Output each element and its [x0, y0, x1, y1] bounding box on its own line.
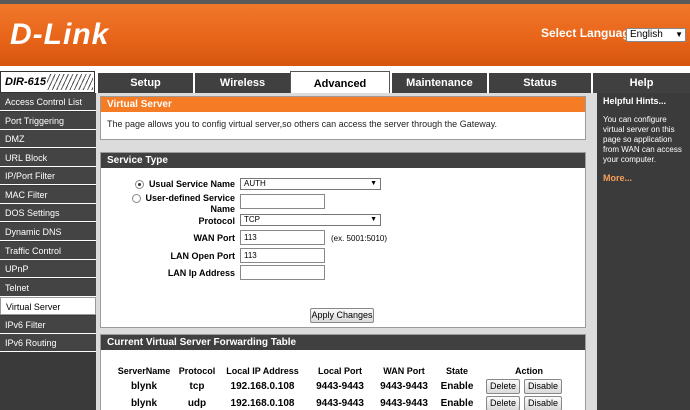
- lan-open-port-input[interactable]: 113: [240, 248, 325, 263]
- cell-server-name: blynk: [130, 381, 158, 392]
- col-server-name: ServerName: [117, 366, 171, 376]
- sidebar-item-virtual-server[interactable]: Virtual Server: [0, 297, 96, 315]
- sidebar-item-ipv6-filter[interactable]: IPv6 Filter: [0, 316, 96, 334]
- delete-button[interactable]: Delete: [486, 396, 520, 410]
- virtual-server-panel: Virtual Server The page allows you to co…: [100, 96, 586, 140]
- cell-local-port: 9443-9443: [316, 398, 364, 409]
- tab-setup[interactable]: Setup: [96, 73, 193, 93]
- chevron-down-icon: ▼: [675, 30, 683, 39]
- hints-more-link[interactable]: More...: [603, 173, 632, 183]
- helpful-hints-panel: Helpful Hints... You can configure virtu…: [597, 93, 690, 410]
- sidebar-item-port-triggering[interactable]: Port Triggering: [0, 112, 96, 130]
- delete-button[interactable]: Delete: [486, 379, 520, 394]
- lan-ip-label: LAN Ip Address: [167, 268, 235, 278]
- tab-help[interactable]: Help: [591, 73, 690, 93]
- col-wan-port: WAN Port: [383, 366, 425, 376]
- sidebar-item-access-control-list[interactable]: Access Control List: [0, 93, 96, 111]
- protocol-value: TCP: [244, 215, 260, 224]
- cell-state: Enable: [440, 398, 474, 409]
- disable-button[interactable]: Disable: [524, 379, 562, 394]
- sidebar-item-ipv6-routing[interactable]: IPv6 Routing: [0, 334, 96, 352]
- cell-local-ip: 192.168.0.108: [230, 398, 295, 409]
- virtual-server-title: Virtual Server: [101, 97, 585, 112]
- sidebar-item-ip-port-filter[interactable]: IP/Port Filter: [0, 167, 96, 185]
- hints-title: Helpful Hints...: [603, 96, 666, 106]
- sidebar: Access Control List Port Triggering DMZ …: [0, 93, 96, 410]
- disable-button[interactable]: Disable: [524, 396, 562, 410]
- col-state: State: [445, 366, 468, 376]
- sidebar-item-dynamic-dns[interactable]: Dynamic DNS: [0, 223, 96, 241]
- col-protocol: Protocol: [178, 366, 216, 376]
- sidebar-item-mac-filter[interactable]: MAC Filter: [0, 186, 96, 204]
- sidebar-item-url-block[interactable]: URL Block: [0, 149, 96, 167]
- model-stripes-decoration: [47, 74, 93, 90]
- apply-changes-button[interactable]: Apply Changes: [310, 308, 374, 323]
- dlink-logo: D-Link: [10, 18, 110, 51]
- usual-service-label: Usual Service Name: [148, 179, 235, 189]
- lan-ip-input[interactable]: [240, 265, 325, 280]
- service-type-title: Service Type: [101, 153, 585, 168]
- service-type-panel: Service Type Usual Service Name AUTH ▼ U…: [100, 152, 586, 328]
- sidebar-item-telnet[interactable]: Telnet: [0, 279, 96, 297]
- cell-local-port: 9443-9443: [316, 381, 364, 392]
- header-banner: D-Link Select Language English ▼: [0, 4, 690, 66]
- wan-port-label: WAN Port: [193, 233, 236, 243]
- cell-local-ip: 192.168.0.108: [230, 381, 295, 392]
- virtual-server-description: The page allows you to config virtual se…: [107, 119, 498, 129]
- col-local-port: Local Port: [317, 366, 362, 376]
- cell-protocol: tcp: [189, 381, 205, 392]
- chevron-down-icon: ▼: [370, 180, 377, 187]
- col-local-ip: Local IP Address: [226, 366, 299, 376]
- protocol-label: Protocol: [198, 216, 235, 226]
- col-action: Action: [515, 366, 543, 376]
- language-select[interactable]: English ▼: [626, 28, 686, 42]
- chevron-down-icon: ▼: [370, 216, 377, 223]
- model-name: DIR-615: [5, 76, 46, 88]
- tab-advanced[interactable]: Advanced: [290, 71, 390, 93]
- sidebar-item-dos-settings[interactable]: DOS Settings: [0, 204, 96, 222]
- usual-service-select[interactable]: AUTH ▼: [240, 178, 381, 190]
- forwarding-table-panel: Current Virtual Server Forwarding Table …: [100, 334, 586, 410]
- sidebar-item-dmz[interactable]: DMZ: [0, 130, 96, 148]
- main-content: Virtual Server The page allows you to co…: [96, 93, 597, 410]
- language-value: English: [630, 29, 663, 40]
- forwarding-table-title: Current Virtual Server Forwarding Table: [101, 335, 585, 350]
- cell-wan-port: 9443-9443: [380, 381, 428, 392]
- wan-port-input[interactable]: 113: [240, 230, 325, 245]
- language-label: Select Language: [541, 26, 637, 40]
- cell-protocol: udp: [187, 398, 207, 409]
- user-defined-radio[interactable]: [132, 194, 141, 203]
- usual-service-value: AUTH: [244, 179, 266, 188]
- user-defined-service-input[interactable]: [240, 194, 325, 209]
- sidebar-item-traffic-control[interactable]: Traffic Control: [0, 242, 96, 260]
- cell-state: Enable: [440, 381, 474, 392]
- user-defined-label: User-defined Service Name: [145, 193, 235, 214]
- model-label: DIR-615: [0, 71, 95, 93]
- tab-wireless[interactable]: Wireless: [193, 73, 290, 93]
- hints-text: You can configure virtual server on this…: [603, 115, 682, 164]
- tab-status[interactable]: Status: [487, 73, 591, 93]
- lan-open-port-label: LAN Open Port: [170, 251, 236, 261]
- cell-wan-port: 9443-9443: [380, 398, 428, 409]
- tab-maintenance[interactable]: Maintenance: [390, 73, 487, 93]
- sidebar-item-upnp[interactable]: UPnP: [0, 260, 96, 278]
- protocol-select[interactable]: TCP ▼: [240, 214, 381, 226]
- cell-server-name: blynk: [130, 398, 158, 409]
- wan-port-hint: (ex. 5001:5010): [331, 234, 388, 243]
